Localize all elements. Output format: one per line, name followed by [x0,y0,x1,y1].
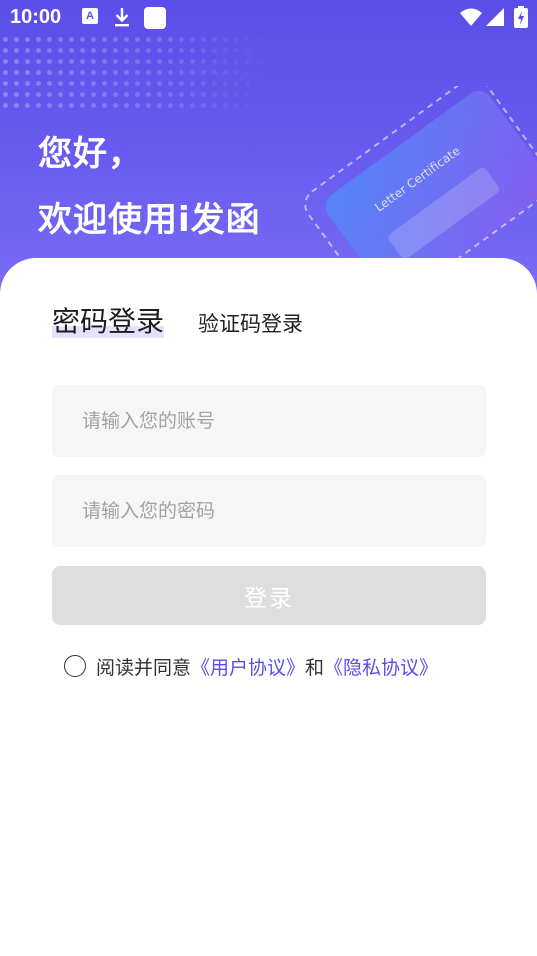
header-banner: Letter Certificate 10:00 A 您好， 欢迎使用i发函 [0,0,537,300]
a-badge-icon: A [82,8,98,24]
dot-pattern-decoration [0,34,270,112]
agreement-and: 和 [305,656,325,679]
square-icon [144,7,166,29]
tab-password-login-label: 密码登录 [52,305,165,338]
status-bar: 10:00 A [0,0,537,36]
user-agreement-link[interactable]: 《用户协议》 [191,653,305,680]
login-panel: 密码登录 验证码登录 登录 阅读并同意 《用户协议》 和 《隐私协议》 [0,258,537,956]
password-input[interactable] [52,475,486,547]
tab-password-login[interactable]: 密码登录 [52,300,165,340]
agreement-prefix: 阅读并同意 [96,656,192,679]
privacy-policy-link[interactable]: 《隐私协议》 [324,653,438,680]
download-icon [115,8,129,27]
tab-code-login[interactable]: 验证码登录 [198,308,303,338]
account-input[interactable] [52,385,486,457]
letter-certificate-illustration: Letter Certificate [304,86,537,286]
cell-signal-icon [486,8,504,26]
battery-charging-icon [514,6,528,28]
greeting-line-2: 欢迎使用i发函 [38,200,261,240]
status-time: 10:00 [10,6,62,28]
wifi-icon [460,8,482,26]
greeting-line-1: 您好， [38,134,143,174]
login-button[interactable]: 登录 [52,566,486,625]
agreement-row: 阅读并同意 《用户协议》 和 《隐私协议》 [64,653,438,680]
agreement-checkbox[interactable] [64,655,86,677]
